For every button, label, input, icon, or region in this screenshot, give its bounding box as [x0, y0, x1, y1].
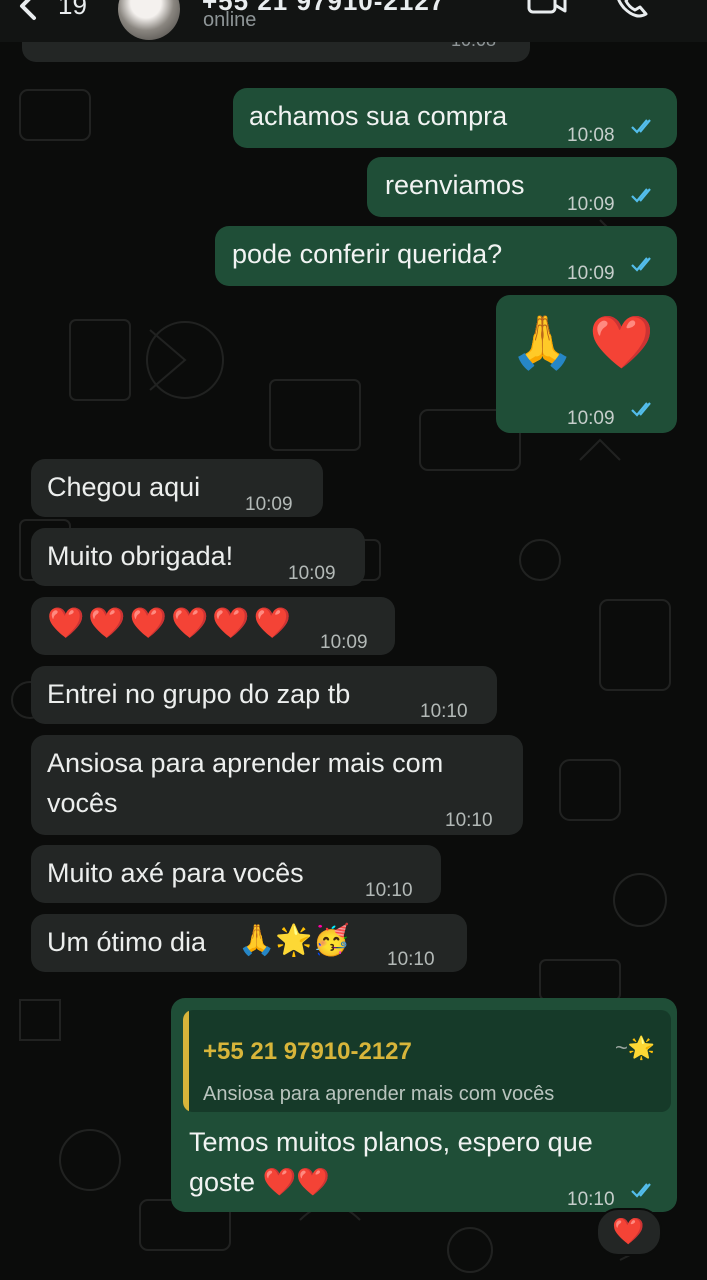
message-text: pode conferir querida? — [232, 239, 503, 269]
phone-call-icon[interactable] — [612, 0, 652, 20]
message-outgoing[interactable]: pode conferir querida? 10:09 — [215, 226, 677, 286]
back-arrow-icon[interactable] — [14, 0, 44, 24]
message-text: ❤️❤️❤️❤️❤️❤️ — [47, 607, 296, 640]
message-text: Entrei no grupo do zap tb — [47, 679, 351, 709]
message-reaction[interactable]: ❤️ — [596, 1208, 662, 1256]
message-outgoing[interactable]: reenviamos 10:09 — [367, 157, 677, 217]
message-outgoing[interactable]: achamos sua compra 10:08 — [233, 88, 677, 148]
message-emoji: 🙏 ❤️ — [510, 314, 654, 372]
message-text-line2: vocês — [47, 788, 118, 818]
message-time: 10:10 — [420, 701, 468, 722]
message-time: 10:09 — [320, 632, 368, 653]
message-time: 10:09 — [567, 194, 615, 215]
quoted-text: Ansiosa para aprender mais com vocês — [203, 1083, 555, 1105]
message-incoming[interactable]: ❤️❤️❤️❤️❤️❤️ 10:09 — [31, 597, 395, 655]
message-outgoing-reply[interactable]: +55 21 97910-2127 ~🌟 Ansiosa para aprend… — [171, 998, 677, 1212]
message-time: 10:09 — [245, 494, 293, 515]
contact-status: online — [203, 9, 257, 31]
contact-avatar[interactable] — [118, 0, 180, 40]
message-text-line1: Temos muitos planos, espero que — [189, 1127, 593, 1157]
quote-accent-bar — [183, 1010, 189, 1112]
chat-header: 19 +55 21 97910-2127 online — [0, 0, 707, 42]
double-check-icon — [631, 1183, 651, 1198]
double-check-icon — [631, 119, 651, 134]
message-incoming[interactable]: Ansiosa para aprender mais com vocês 10:… — [31, 735, 523, 835]
double-check-icon — [631, 257, 651, 272]
message-incoming[interactable]: Chegou aqui 10:09 — [31, 459, 323, 517]
double-check-icon — [631, 402, 651, 417]
message-text: Um ótimo dia — [47, 927, 207, 957]
quoted-author: +55 21 97910-2127 — [203, 1038, 412, 1065]
double-check-icon — [631, 188, 651, 203]
message-text-line1: Ansiosa para aprender mais com — [47, 748, 444, 778]
message-text: achamos sua compra — [249, 101, 508, 131]
message-incoming[interactable]: Entrei no grupo do zap tb 10:10 — [31, 666, 497, 724]
message-time: 10:09 — [567, 408, 615, 429]
message-time: 10:10 — [365, 880, 413, 901]
message-incoming[interactable]: Muito axé para vocês 10:10 — [31, 845, 441, 903]
message-time: 10:10 — [445, 810, 493, 831]
message-outgoing-emoji[interactable]: 🙏 ❤️ 10:09 — [496, 295, 677, 433]
message-incoming[interactable]: Muito obrigada! 10:09 — [31, 528, 365, 586]
message-text: Muito axé para vocês — [47, 858, 304, 888]
message-time: 10:10 — [387, 949, 435, 970]
unread-count[interactable]: 19 — [58, 0, 87, 21]
message-time: 10:08 — [567, 125, 615, 146]
reaction-emoji: ❤️ — [612, 1216, 645, 1246]
message-text-line2: goste ❤️❤️ — [189, 1167, 330, 1197]
quoted-message[interactable]: +55 21 97910-2127 ~🌟 Ansiosa para aprend… — [183, 1010, 671, 1112]
message-text: Chegou aqui — [47, 472, 201, 502]
message-incoming[interactable]: Um ótimo dia 🙏🌟🥳 10:10 — [31, 914, 467, 972]
message-time: 10:09 — [567, 263, 615, 284]
message-emoji: 🙏🌟🥳 — [238, 924, 351, 957]
quoted-author-suffix: ~🌟 — [615, 1035, 656, 1060]
video-call-icon[interactable] — [527, 0, 567, 20]
message-text: reenviamos — [385, 170, 525, 200]
message-text: Muito obrigada! — [47, 541, 234, 571]
message-time: 10:09 — [288, 563, 336, 584]
